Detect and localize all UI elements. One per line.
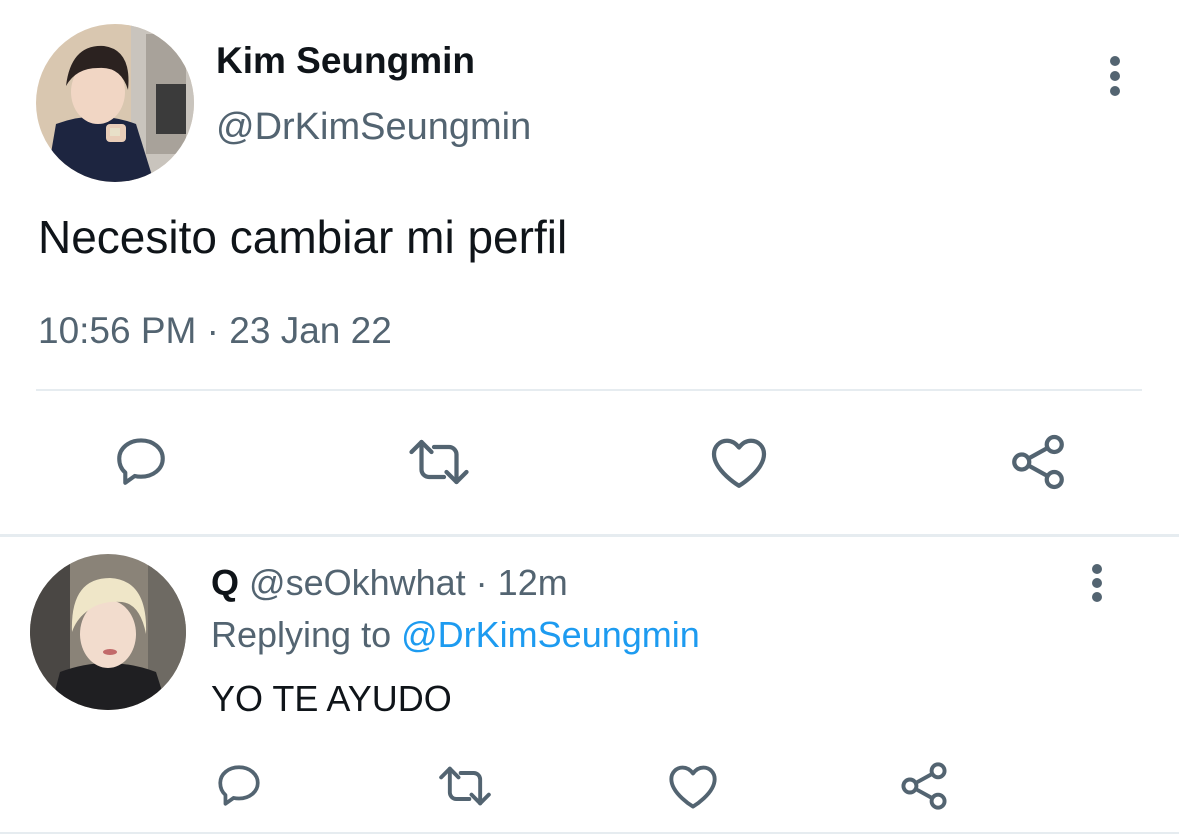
reply-header: Q @seOkhwhat · 12m (211, 562, 568, 604)
divider (36, 389, 1142, 391)
replying-to: Replying to @DrKimSeungmin (211, 614, 700, 656)
user-handle[interactable]: @DrKimSeungmin (216, 106, 531, 149)
timestamp-separator: · (196, 310, 230, 351)
user-handle[interactable]: @seOkhwhat (249, 562, 466, 603)
tweet-timestamp[interactable]: 10:56 PM · 23 Jan 22 (38, 310, 392, 352)
timestamp-separator: · (465, 562, 498, 603)
reply-icon[interactable] (112, 432, 170, 490)
like-icon[interactable] (709, 434, 769, 490)
replying-label: Replying to (211, 614, 392, 655)
vertical-dots-icon[interactable] (1096, 52, 1136, 100)
share-icon[interactable] (898, 760, 950, 812)
profile-photo (30, 554, 186, 710)
mention-link[interactable]: @DrKimSeungmin (401, 614, 700, 655)
tweet-date: 23 Jan 22 (229, 310, 392, 351)
display-name[interactable]: Q (211, 562, 239, 603)
section-separator (0, 534, 1179, 537)
tweet-text: Necesito cambiar mi perfil (38, 211, 568, 263)
vertical-dots-icon[interactable] (1078, 562, 1118, 606)
like-icon[interactable] (667, 762, 719, 810)
divider (0, 832, 1179, 834)
reply-icon[interactable] (214, 760, 264, 810)
reply-text: YO TE AYUDO (211, 678, 452, 719)
share-icon[interactable] (1008, 432, 1068, 492)
reply-age[interactable]: 12m (498, 562, 568, 603)
retweet-icon[interactable] (406, 432, 472, 492)
retweet-icon[interactable] (436, 760, 494, 812)
avatar[interactable] (30, 554, 186, 710)
profile-photo (36, 24, 194, 182)
avatar[interactable] (36, 24, 194, 182)
tweet-time: 10:56 PM (38, 310, 197, 351)
display-name[interactable]: Kim Seungmin (216, 40, 475, 82)
